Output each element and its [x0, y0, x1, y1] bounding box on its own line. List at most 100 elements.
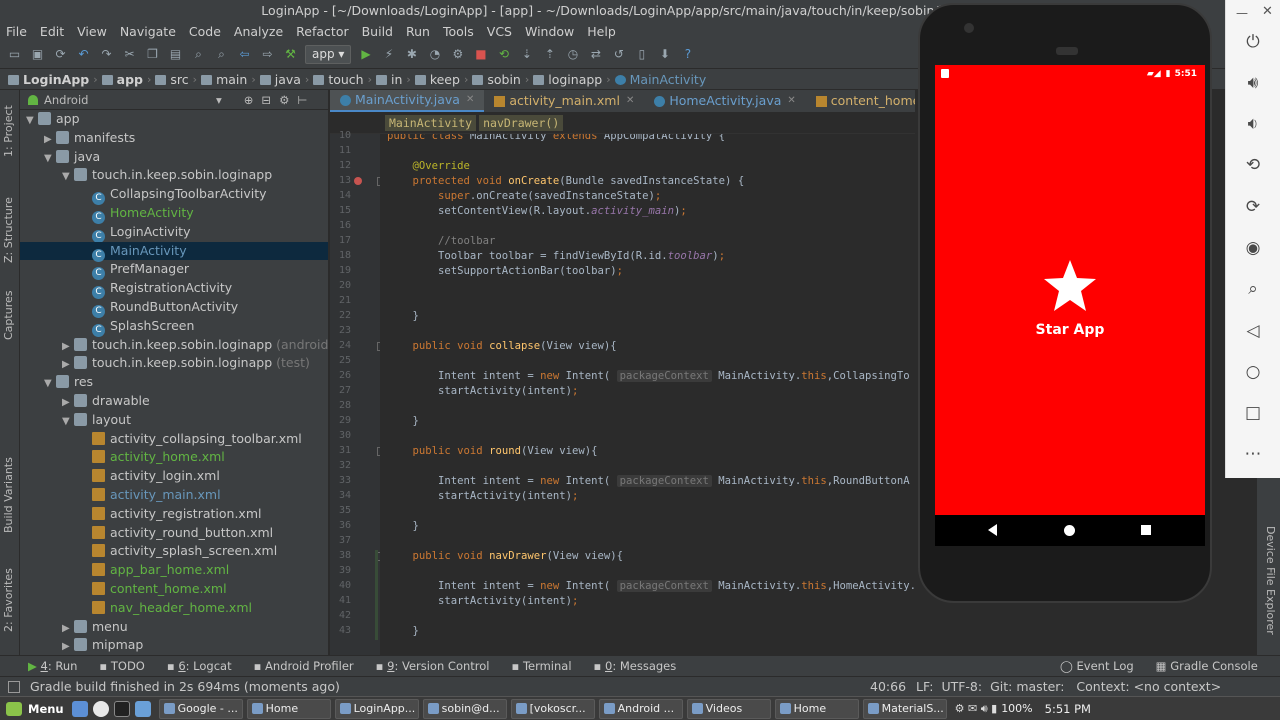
close-tab-icon[interactable]: ✕: [626, 90, 634, 112]
menu-navigate[interactable]: Navigate: [120, 24, 176, 39]
tree-class-file[interactable]: C LoginActivity: [20, 223, 328, 243]
code-line[interactable]: }: [387, 520, 419, 532]
tree-folder[interactable]: ▶ menu: [20, 618, 328, 637]
code-line[interactable]: //toolbar: [387, 235, 495, 247]
tab-todo[interactable]: ▪ TODO: [99, 659, 144, 673]
code-line[interactable]: Toolbar toolbar = findViewById(R.id.tool…: [387, 250, 725, 262]
tab-logcat[interactable]: ▪ 6: Logcat: [167, 659, 232, 673]
status-panel-icon[interactable]: [8, 680, 20, 693]
tree-xml-file[interactable]: activity_main.xml: [20, 486, 328, 505]
vcs-history-icon[interactable]: ◷: [564, 46, 581, 63]
breadcrumb-item-loginapp[interactable]: LoginApp: [8, 72, 89, 87]
terminal-launcher-icon[interactable]: [113, 700, 130, 717]
tree-xml-file[interactable]: activity_registration.xml: [20, 505, 328, 524]
more-options-icon[interactable]: ⋯: [1242, 443, 1264, 465]
code-line[interactable]: public void navDrawer(View view){: [387, 550, 624, 562]
vcs-compare-icon[interactable]: ⇄: [587, 46, 604, 63]
tab-version-control[interactable]: ▪ 9: Version Control: [376, 659, 490, 673]
debug-icon[interactable]: ✱: [403, 46, 420, 63]
cursor-position[interactable]: 40:66: [870, 679, 906, 694]
taskbar-window-button[interactable]: Android ...: [598, 698, 683, 719]
code-line[interactable]: startActivity(intent);: [387, 490, 578, 502]
undo-icon[interactable]: ↶: [75, 46, 92, 63]
settings-gear-icon[interactable]: ⚙: [279, 93, 289, 107]
tree-folder[interactable]: ▼ layout: [20, 411, 328, 430]
build-hammer-icon[interactable]: ⚒: [282, 46, 299, 63]
tree-xml-file[interactable]: activity_round_button.xml: [20, 524, 328, 543]
battery-level[interactable]: 100%: [1001, 702, 1032, 715]
tree-folder[interactable]: ▶ mipmap: [20, 636, 328, 655]
editor-tab-activity-main-xml[interactable]: activity_main.xml ✕: [484, 90, 644, 112]
code-line[interactable]: Intent intent = new Intent( packageConte…: [387, 475, 910, 487]
code-line[interactable]: public void collapse(View view){: [387, 340, 617, 352]
tree-folder[interactable]: ▶ touch.in.keep.sobin.loginapp (test): [20, 354, 328, 373]
breadcrumb-item-keep[interactable]: keep: [414, 72, 460, 87]
breadcrumb-item-mainactivity[interactable]: MainActivity: [614, 72, 706, 87]
breadcrumb-item-app[interactable]: app: [101, 72, 143, 87]
taskbar-window-button[interactable]: MaterialS...: [862, 698, 947, 719]
breadcrumb-item-loginapp[interactable]: loginapp: [533, 72, 602, 87]
tab-captures[interactable]: Captures: [2, 285, 18, 345]
code-line[interactable]: super.onCreate(savedInstanceState);: [387, 190, 661, 202]
tree-folder[interactable]: ▶touch.in.keep.sobin.loginapp(androidT: [20, 336, 328, 355]
menu-window[interactable]: Window: [525, 24, 574, 39]
menu-view[interactable]: View: [77, 24, 107, 39]
emulator-close-icon[interactable]: ✕: [1262, 4, 1273, 19]
project-view-select[interactable]: Android: [44, 93, 216, 107]
tab-device-file-explorer[interactable]: Device File Explorer: [1261, 526, 1277, 646]
breadcrumb-item-touch[interactable]: touch: [313, 72, 364, 87]
code-line[interactable]: public class MainActivity extends AppCom…: [387, 134, 725, 142]
close-tab-icon[interactable]: ✕: [466, 90, 474, 111]
cut-icon[interactable]: ✂: [121, 46, 138, 63]
attach-debugger-icon[interactable]: ⚙: [449, 46, 466, 63]
taskbar-window-button[interactable]: Google - ...: [158, 698, 243, 719]
collapse-all-icon[interactable]: ⊟: [261, 93, 271, 107]
tab-android-profiler[interactable]: ▪ Android Profiler: [254, 659, 354, 673]
files-launcher-icon[interactable]: [134, 700, 151, 717]
tree-xml-file[interactable]: activity_collapsing_toolbar.xml: [20, 430, 328, 449]
rotate-left-icon[interactable]: ⟲: [1242, 154, 1264, 176]
menu-edit[interactable]: Edit: [40, 24, 64, 39]
code-line[interactable]: @Override: [387, 160, 470, 172]
forward-icon[interactable]: ⇨: [259, 46, 276, 63]
back-icon[interactable]: ⇦: [236, 46, 253, 63]
editor-breadcrumb-method[interactable]: navDrawer(): [479, 114, 564, 131]
tree-folder[interactable]: ▼ res: [20, 373, 328, 392]
tree-class-file[interactable]: C HomeActivity: [20, 204, 328, 224]
close-tab-icon[interactable]: ✕: [787, 90, 795, 112]
tab-favorites[interactable]: 2: Favorites: [2, 565, 18, 635]
help-icon[interactable]: ?: [679, 46, 696, 63]
tab-structure[interactable]: Z: Structure: [2, 190, 18, 270]
code-line[interactable]: setSupportActionBar(toolbar);: [387, 265, 623, 277]
run-configuration-select[interactable]: app ▾: [305, 45, 352, 64]
tree-class-file[interactable]: C PrefManager: [20, 260, 328, 281]
code-line[interactable]: Intent intent = new Intent( packageConte…: [387, 580, 915, 592]
sync-icon[interactable]: ⟳: [52, 46, 69, 63]
tree-xml-file[interactable]: activity_login.xml: [20, 467, 328, 486]
menu-refactor[interactable]: Refactor: [296, 24, 348, 39]
tree-class-file[interactable]: C CollapsingToolbarActivity: [20, 185, 328, 206]
tree-xml-file[interactable]: content_home.xml: [20, 580, 328, 599]
line-separator[interactable]: LF:: [916, 679, 933, 694]
profile-icon[interactable]: ◔: [426, 46, 443, 63]
nav-back-icon[interactable]: [988, 524, 997, 536]
copy-icon[interactable]: ❐: [144, 46, 161, 63]
tab-run[interactable]: ▶ 4: Run: [28, 659, 77, 673]
redo-icon[interactable]: ↷: [98, 46, 115, 63]
tree-folder[interactable]: ▼ app: [20, 110, 328, 129]
tree-class-file[interactable]: C RegistrationActivity: [20, 279, 328, 300]
breadcrumb-item-java[interactable]: java: [259, 72, 301, 87]
menu-analyze[interactable]: Analyze: [234, 24, 283, 39]
avd-manager-icon[interactable]: ▯: [633, 46, 650, 63]
tree-class-file[interactable]: C SplashScreen: [20, 317, 328, 337]
code-line[interactable]: startActivity(intent);: [387, 385, 578, 397]
code-line[interactable]: startActivity(intent);: [387, 595, 578, 607]
tab-messages[interactable]: ▪ 0: Messages: [594, 659, 677, 673]
code-line[interactable]: Intent intent = new Intent( packageConte…: [387, 370, 910, 382]
hide-panel-icon[interactable]: ⊢: [297, 93, 307, 107]
taskbar-window-button[interactable]: LoginApp...: [334, 698, 419, 719]
taskbar-window-button[interactable]: sobin@d...: [422, 698, 507, 719]
tab-project[interactable]: 1: Project: [2, 96, 18, 166]
editor-tab-homeactivity-java[interactable]: HomeActivity.java ✕: [644, 90, 805, 112]
taskbar-window-button[interactable]: Videos: [686, 698, 771, 719]
